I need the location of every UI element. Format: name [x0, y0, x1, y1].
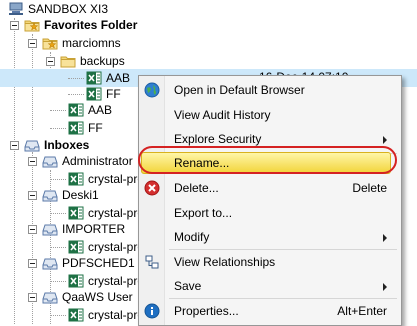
tree-node-label: marciomns: [62, 36, 121, 50]
menu-item-shortcut: Alt+Enter: [337, 304, 387, 318]
tree-node-label: FF: [88, 121, 103, 135]
tree-node-user-folder[interactable]: marciomns: [0, 34, 417, 52]
excel-icon: [68, 273, 84, 289]
inbox-icon: [24, 137, 40, 153]
tree-guide-line: [68, 78, 84, 79]
tree-guide-line: [50, 110, 66, 111]
tree-guide-line: [50, 315, 66, 316]
excel-icon: [68, 307, 84, 323]
user-folder-icon: [42, 35, 58, 51]
submenu-arrow-icon: [383, 136, 387, 144]
excel-icon: [68, 102, 84, 118]
menu-item-label: Export to...: [174, 206, 233, 220]
menu-item-delete[interactable]: Delete... Delete: [139, 176, 401, 200]
excel-icon: [86, 86, 102, 102]
delete-icon: [144, 180, 160, 196]
tree-guide-line: [50, 179, 66, 180]
collapse-toggle[interactable]: [10, 21, 19, 30]
tree-guide-line: [50, 281, 66, 282]
excel-icon: [68, 120, 84, 136]
menu-item-save[interactable]: Save: [139, 274, 401, 298]
folder-icon: [60, 53, 76, 69]
tree-node-label: backups: [80, 54, 125, 68]
collapse-toggle[interactable]: [28, 293, 37, 302]
tree-node-label: Deski1: [62, 188, 99, 202]
globe-icon: [144, 82, 160, 98]
favorites-folder-icon: [24, 17, 40, 33]
tree-node-label: Favorites Folder: [44, 18, 138, 32]
tree-node-backups[interactable]: backups: [0, 52, 417, 70]
menu-item-label: Explore Security: [174, 132, 262, 146]
menu-item-label: View Relationships: [174, 255, 276, 269]
collapse-toggle[interactable]: [46, 57, 55, 66]
tree-node-label: AAB: [88, 103, 113, 117]
tree-node-label: Administrator: [62, 154, 133, 168]
excel-icon: [68, 239, 84, 255]
menu-item-label: Rename...: [174, 156, 230, 170]
menu-item-label: Open in Default Browser: [174, 83, 305, 97]
inbox-icon: [42, 221, 58, 237]
collapse-toggle[interactable]: [10, 141, 19, 150]
submenu-arrow-icon: [383, 234, 387, 242]
menu-item-label: Modify: [174, 230, 210, 244]
menu-item-properties[interactable]: Properties... Alt+Enter: [139, 299, 401, 323]
menu-item-label: Properties...: [174, 304, 239, 318]
collapse-toggle[interactable]: [28, 157, 37, 166]
tree-node-label: FF: [106, 87, 121, 101]
tree-node-label: QaaWS User: [62, 290, 133, 304]
excel-icon: [68, 171, 84, 187]
tree-node-label: IMPORTER: [62, 222, 126, 236]
menu-item-label: View Audit History: [174, 108, 271, 122]
tree-node-label: Inboxes: [44, 138, 90, 152]
collapse-toggle[interactable]: [28, 39, 37, 48]
inbox-icon: [42, 289, 58, 305]
server-icon: [8, 1, 24, 17]
menu-item-label: Save: [174, 279, 202, 293]
tree-node-label: SANDBOX XI3: [28, 2, 109, 16]
menu-item-modify[interactable]: Modify: [139, 225, 401, 249]
collapse-toggle[interactable]: [28, 225, 37, 234]
excel-icon: [86, 70, 102, 86]
menu-item-label: Delete...: [174, 181, 219, 195]
collapse-toggle[interactable]: [28, 191, 37, 200]
info-icon: [144, 303, 160, 319]
relationships-icon: [145, 255, 159, 269]
menu-item-export[interactable]: Export to...: [139, 201, 401, 225]
menu-item-view-audit-history[interactable]: View Audit History: [139, 103, 401, 127]
inbox-icon: [42, 187, 58, 203]
collapse-toggle[interactable]: [28, 259, 37, 268]
excel-icon: [68, 205, 84, 221]
tree-guide-line: [50, 213, 66, 214]
tree-guide-line: [50, 128, 66, 129]
tree-node-label: AAB: [106, 71, 131, 85]
tree-guide-line: [50, 247, 66, 248]
menu-item-view-relationships[interactable]: View Relationships: [139, 250, 401, 274]
inbox-icon: [42, 255, 58, 271]
menu-item-shortcut: Delete: [352, 181, 387, 195]
context-menu: Open in Default Browser View Audit Histo…: [138, 75, 402, 326]
submenu-arrow-icon: [383, 283, 387, 291]
tree-node-label: PDFSCHED1: [62, 256, 135, 270]
inbox-icon: [42, 153, 58, 169]
tree-guide-line: [68, 94, 84, 95]
menu-item-open-in-browser[interactable]: Open in Default Browser: [139, 78, 401, 102]
tree-node-favorites[interactable]: Favorites Folder: [0, 16, 417, 34]
